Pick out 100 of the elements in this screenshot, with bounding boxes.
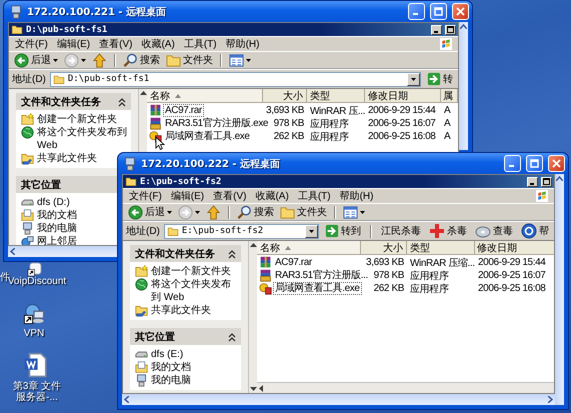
- scroll-up-arrow-icon: [140, 91, 146, 95]
- menu-item[interactable]: 编辑(E): [56, 37, 90, 51]
- place-link[interactable]: dfs (E:): [151, 348, 184, 361]
- globe-icon: [21, 126, 34, 139]
- network-computer-icon[interactable]: [23, 303, 45, 325]
- place-link[interactable]: 网上邻居: [37, 235, 77, 245]
- forward-button[interactable]: [62, 52, 88, 68]
- menu-item[interactable]: 查看(V): [213, 189, 246, 203]
- maximize-button[interactable]: [541, 176, 552, 186]
- file-type: 应用程序: [310, 132, 348, 142]
- chevron-icon[interactable]: [228, 248, 236, 258]
- task-link[interactable]: 将这个文件夹发布到 Web: [37, 126, 128, 152]
- column-header[interactable]: 修改日期: [365, 89, 441, 102]
- place-link[interactable]: 我的文档: [37, 209, 77, 222]
- up-button[interactable]: [204, 204, 223, 220]
- column-header[interactable]: 大小: [263, 89, 307, 102]
- menu-item[interactable]: 收藏(A): [255, 189, 289, 203]
- menu-item[interactable]: 工具(T): [184, 37, 217, 51]
- chevron-icon[interactable]: [228, 332, 236, 342]
- file-name: RAR3.51官方注册版...: [274, 269, 369, 282]
- forward-button[interactable]: [176, 204, 202, 220]
- column-header[interactable]: 类型: [307, 89, 365, 102]
- caret-icon: [53, 58, 58, 62]
- desktop-icon-label[interactable]: VPN: [19, 328, 49, 339]
- menu-item[interactable]: 收藏(A): [141, 37, 175, 51]
- sort-arrow-icon: [285, 246, 291, 250]
- views-button[interactable]: [341, 204, 367, 220]
- file-name: RAR3.51官方注册版.exe: [164, 117, 270, 130]
- column-header[interactable]: 名称: [147, 89, 263, 102]
- search-button[interactable]: 搜索: [235, 204, 276, 220]
- place-link[interactable]: 我的电脑: [151, 374, 191, 387]
- close-button[interactable]: [452, 3, 469, 20]
- back-button[interactable]: 后退: [12, 52, 60, 68]
- go-button[interactable]: 转到: [323, 223, 363, 239]
- address-field[interactable]: E:\pub-soft-fs2: [164, 224, 319, 238]
- task-link[interactable]: 创建一个新文件夹: [151, 265, 231, 278]
- scroll-left-arrow-icon: [259, 384, 263, 392]
- chevron-icon[interactable]: [118, 96, 126, 106]
- up-button[interactable]: [90, 52, 109, 68]
- toolbar-link-button[interactable]: 查毒: [473, 223, 515, 239]
- cross-icon: [429, 223, 445, 239]
- views-button[interactable]: [227, 52, 253, 68]
- menu-item[interactable]: 帮助(H): [340, 189, 374, 203]
- task-link[interactable]: 共享此文件夹: [37, 152, 97, 165]
- file-size: 978 KB: [274, 118, 304, 129]
- documents-folder-icon: [135, 361, 148, 374]
- maximize-button[interactable]: [445, 24, 456, 34]
- toolbar-link-button[interactable]: 江民杀毒: [379, 223, 423, 239]
- folder-icon: [11, 24, 23, 35]
- mouse-pointer-icon: [155, 136, 165, 151]
- place-link[interactable]: 我的电脑: [37, 222, 77, 235]
- task-link[interactable]: 共享此文件夹: [151, 304, 211, 317]
- place-link[interactable]: dfs (D:): [37, 196, 70, 209]
- address-field[interactable]: D:\pub-soft-fs1: [50, 72, 421, 86]
- network-icon: [21, 235, 34, 245]
- document-icon[interactable]: [23, 352, 49, 378]
- remote-desktop-icon: [123, 156, 137, 170]
- file-size: 978 KB: [374, 270, 404, 281]
- file-attribute: A: [444, 131, 450, 142]
- column-header[interactable]: 名称: [257, 241, 361, 254]
- address-label: 地址(D): [126, 224, 160, 238]
- go-button[interactable]: 转: [425, 71, 455, 87]
- menu-item[interactable]: 查看(V): [99, 37, 132, 51]
- menu-item[interactable]: 编辑(E): [170, 189, 204, 203]
- toolbar-link-button[interactable]: 帮: [519, 223, 551, 239]
- view-grid-icon: [229, 52, 244, 68]
- maximize-icon: [434, 7, 443, 16]
- column-header[interactable]: 类型: [407, 241, 475, 254]
- desktop-icon-label[interactable]: 第3章 文件服务器-...: [8, 381, 66, 403]
- shortcut-icon[interactable]: [27, 262, 42, 277]
- file-size: 262 KB: [274, 131, 304, 142]
- file-type: 应用程序: [410, 284, 448, 294]
- toolbar-link-button[interactable]: 杀毒: [427, 223, 469, 239]
- menu-item[interactable]: 帮助(H): [226, 37, 260, 51]
- search-button[interactable]: 搜索: [121, 52, 162, 68]
- caret-icon: [167, 210, 172, 214]
- file-name: 局域网查看工具.exe: [164, 130, 251, 143]
- folders-button[interactable]: 文件夹: [164, 52, 215, 68]
- column-header[interactable]: 属: [441, 89, 458, 102]
- task-link[interactable]: 将这个文件夹发布到 Web: [151, 278, 238, 304]
- sort-arrow-icon: [175, 94, 181, 98]
- place-link[interactable]: 我的文档: [151, 361, 191, 374]
- menu-item[interactable]: 文件(F): [129, 189, 162, 203]
- maximize-icon: [447, 26, 454, 33]
- folder-icon: [125, 176, 137, 187]
- view-grid-icon: [343, 204, 358, 220]
- folder-icon: [52, 74, 65, 84]
- menu-item[interactable]: 文件(F): [15, 37, 48, 51]
- folders-button[interactable]: 文件夹: [278, 204, 329, 220]
- menu-item[interactable]: 工具(T): [298, 189, 331, 203]
- minimize-button[interactable]: [527, 176, 538, 186]
- desktop-icon-label[interactable]: 件: [0, 272, 11, 283]
- back-button[interactable]: 后退: [126, 204, 174, 220]
- file-size: 262 KB: [374, 283, 404, 294]
- task-link[interactable]: 创建一个新文件夹: [37, 113, 117, 126]
- close-button[interactable]: [548, 155, 565, 172]
- archive-icon: [149, 104, 162, 117]
- minimize-button[interactable]: [431, 24, 442, 34]
- window-title: 172.20.100.222 - 远程桌面: [141, 158, 280, 170]
- column-header[interactable]: 大小: [361, 241, 407, 254]
